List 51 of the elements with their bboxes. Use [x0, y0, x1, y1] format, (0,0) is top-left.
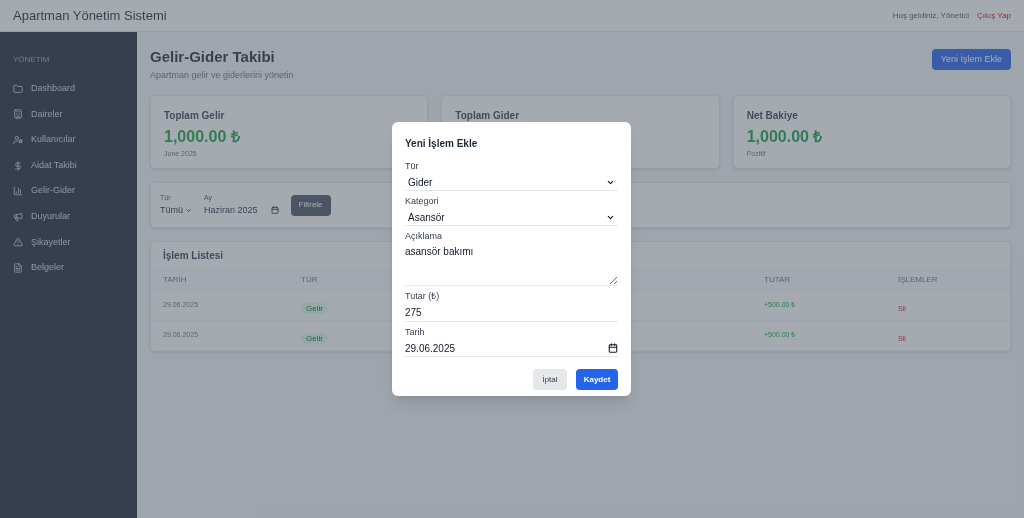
calendar-icon [270, 206, 279, 215]
megaphone-icon [13, 211, 23, 222]
sidebar-item[interactable]: Dashboard [13, 76, 124, 102]
card-value: 1,000.00 ₺ [746, 127, 824, 147]
modal-title: Yeni İşlem Ekle [405, 136, 479, 151]
greeting-text: Hoş geldiniz, Yönetici [892, 9, 970, 22]
sidebar-item[interactable]: Aidat Takibi [13, 152, 124, 179]
card-title: Toplam Gider [455, 109, 521, 123]
app-title: Apartman Yönetim Sistemi [13, 6, 167, 25]
amount-field[interactable]: 275 [405, 304, 618, 322]
sidebar-item[interactable]: Daireler [13, 101, 124, 128]
sidebar-item[interactable]: Kullanıcılar [13, 127, 124, 153]
field-label: Kategori [405, 196, 440, 207]
date-field[interactable]: 29.06.2025 [405, 340, 618, 357]
sidebar-item[interactable]: Belgeler [13, 255, 124, 281]
folder-icon [13, 83, 23, 94]
field-label: Tür [405, 161, 420, 172]
save-button[interactable]: Kaydet [576, 369, 618, 390]
document-icon [13, 262, 23, 273]
users-icon [13, 135, 23, 145]
card-title: Toplam Gelir [164, 109, 226, 123]
filter-button[interactable]: Filtrele [290, 194, 331, 216]
logout-link[interactable]: Çıkış Yap [977, 9, 1011, 22]
select-field[interactable]: Gider [405, 174, 618, 191]
bar-chart-icon [13, 186, 23, 197]
page-subtitle: Apartman gelir ve giderlerini yönetin [150, 68, 294, 82]
warning-icon [13, 237, 23, 248]
description-field[interactable]: asansör bakımı [405, 244, 618, 286]
type-select[interactable]: Tümü [160, 203, 192, 217]
month-field[interactable]: Haziran 2025 [204, 203, 279, 217]
sidebar-item[interactable]: Gelir-Gider [13, 178, 124, 204]
column-header: TARİH [163, 274, 188, 286]
building-icon [13, 109, 23, 120]
sidebar-item[interactable]: Duyurular [13, 203, 124, 230]
column-header: İŞLEMLER [898, 274, 939, 286]
column-header: TÜR [301, 274, 319, 286]
column-header: TUTAR [764, 274, 792, 286]
select-field[interactable]: Asansör [405, 209, 618, 226]
page-title: Gelir-Gider Takibi [150, 47, 276, 67]
field-label: Tutar (₺) [405, 291, 441, 302]
type-tag: Gelir [301, 302, 328, 314]
sidebar-item[interactable]: Şikayetler [13, 229, 124, 256]
add-transaction-button[interactable]: Yeni İşlem Ekle [931, 49, 1011, 70]
cancel-button[interactable]: İptal [533, 369, 567, 390]
card-title: Net Bakiye [746, 109, 799, 123]
field-label: Tarih [405, 327, 426, 338]
chevron-down-icon [185, 206, 192, 214]
calendar-icon [608, 343, 618, 353]
type-tag: Gelir [301, 332, 328, 344]
dollar-icon [13, 160, 23, 171]
field-label: Açıklama [405, 231, 443, 242]
